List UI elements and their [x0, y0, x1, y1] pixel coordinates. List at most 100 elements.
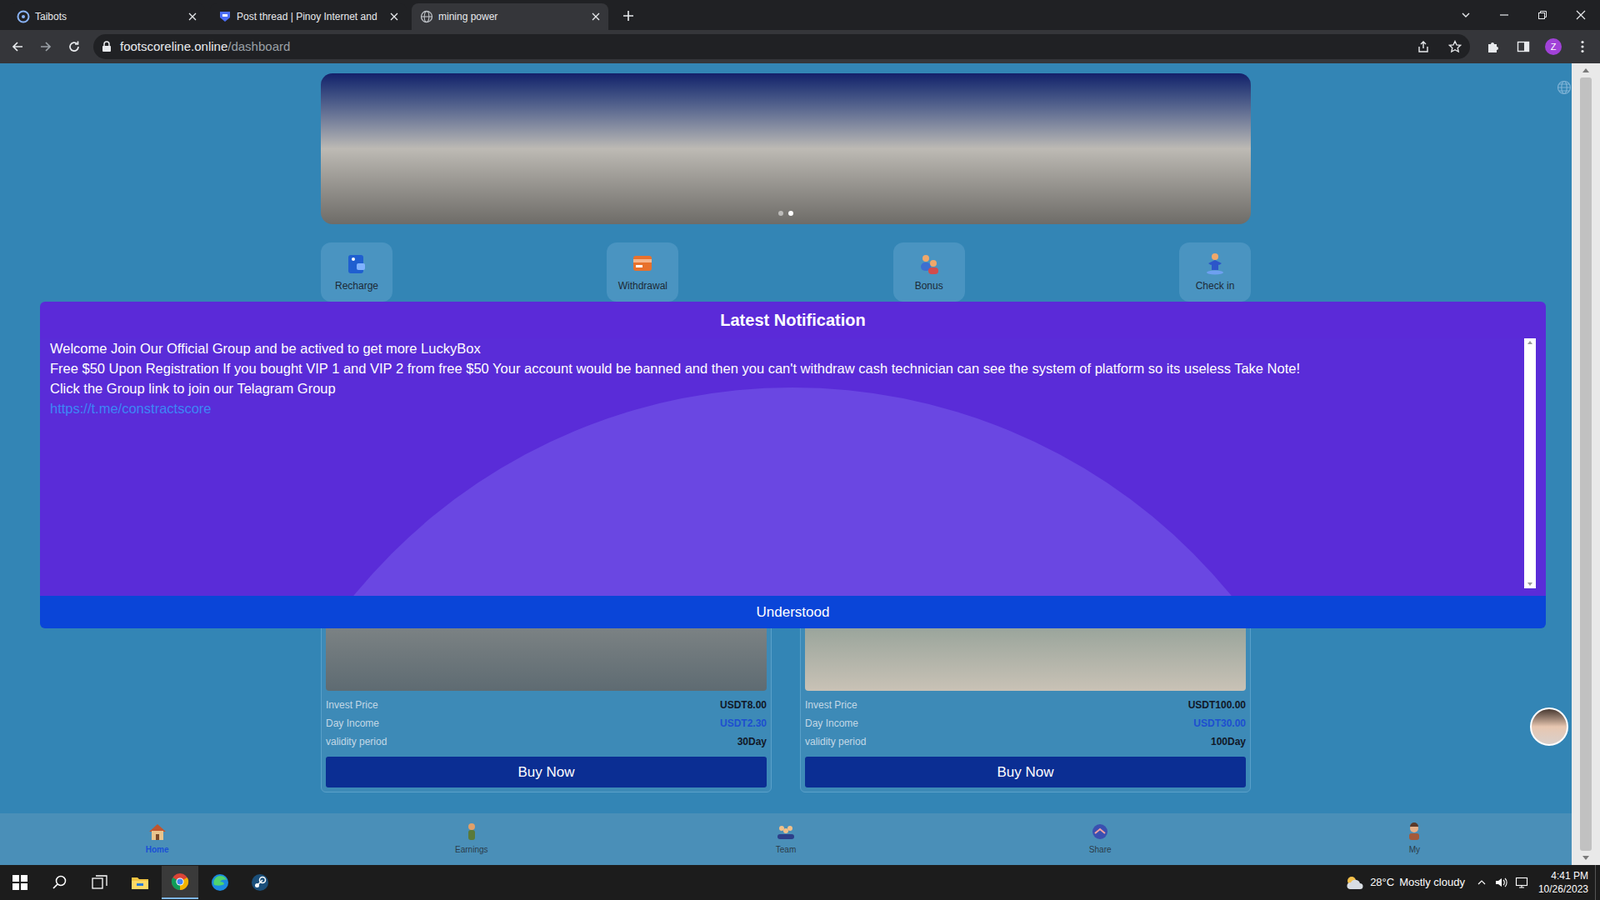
share-icon[interactable]	[1416, 40, 1430, 54]
carousel-dot[interactable]	[778, 210, 784, 216]
product-row-label: validity period	[325, 734, 387, 750]
browser-tab[interactable]: Taibots	[8, 3, 205, 30]
nav-item[interactable]: Earnings	[314, 813, 629, 865]
system-tray: 28°C Mostly cloudy 4:41 PM 10/26/2023	[1338, 865, 1600, 900]
tab-search-button[interactable]	[1446, 0, 1485, 30]
translate-globe-icon[interactable]	[1556, 80, 1572, 95]
tab-list: Taibots Post thread | Pinoy Internet and m…	[0, 3, 609, 30]
globe-background	[225, 387, 1360, 596]
network-button[interactable]	[1511, 865, 1532, 900]
clock[interactable]: 4:41 PM 10/26/2023	[1531, 865, 1595, 900]
chrome-taskbar-button[interactable]	[161, 865, 199, 900]
reload-icon	[67, 40, 81, 54]
buy-now-button[interactable]: Buy Now	[325, 756, 767, 788]
profile-button[interactable]: Z	[1540, 34, 1567, 60]
close-tab-icon[interactable]	[390, 12, 399, 21]
new-tab-button[interactable]	[616, 4, 640, 28]
volume-button[interactable]	[1491, 865, 1512, 900]
nav-label: Team	[775, 843, 796, 856]
card-icon	[630, 251, 655, 275]
nav-item[interactable]: Team	[628, 813, 943, 865]
close-tab-icon[interactable]	[188, 12, 197, 21]
hidden-icons-button[interactable]	[1471, 865, 1492, 900]
restore-icon	[1537, 10, 1548, 20]
search-button[interactable]	[41, 865, 79, 900]
browser-tab[interactable]: mining power	[411, 3, 609, 30]
tab-title: Taibots	[35, 9, 184, 25]
product-row: validity period30Day	[325, 732, 767, 751]
scroll-up-icon[interactable]	[1582, 68, 1590, 73]
quick-action-button[interactable]: Withdrawal	[606, 242, 679, 302]
product-row: Invest PriceUSDT100.00	[805, 695, 1246, 715]
cloud-sun-icon	[1345, 874, 1365, 891]
nav-item[interactable]: Home	[0, 813, 315, 865]
folder-icon	[130, 875, 150, 890]
scroll-down-icon[interactable]	[1582, 855, 1590, 860]
modal-title: Latest Notification	[40, 301, 1546, 339]
clock-time: 4:41 PM	[1550, 869, 1589, 883]
earnings-person-icon	[461, 822, 482, 841]
start-button[interactable]	[1, 865, 39, 900]
scroll-up-icon[interactable]	[1527, 340, 1533, 345]
extensions-button[interactable]	[1480, 34, 1507, 60]
understood-button[interactable]: Understood	[40, 595, 1546, 629]
product-row: Invest PriceUSDT8.00	[325, 695, 767, 715]
star-icon[interactable]	[1448, 40, 1462, 54]
steam-taskbar-button[interactable]	[241, 865, 279, 900]
banner-carousel[interactable]	[320, 73, 1251, 225]
wallet-icon	[345, 251, 369, 275]
carousel-dot[interactable]	[788, 210, 794, 216]
taskbar-apps	[0, 865, 279, 900]
back-button[interactable]	[5, 34, 30, 60]
product-row-value: 100Day	[1210, 734, 1246, 750]
quick-action-button[interactable]: Check in	[1179, 242, 1251, 302]
modal-scrollbar[interactable]	[1524, 338, 1536, 589]
quick-action-button[interactable]: Bonus	[893, 242, 965, 302]
task-view-button[interactable]	[81, 865, 119, 900]
product-row-value: USDT30.00	[1193, 715, 1246, 731]
quick-action-button[interactable]: Recharge	[320, 242, 393, 302]
steam-icon	[250, 873, 270, 892]
taskbar: 28°C Mostly cloudy 4:41 PM 10/26/2023	[0, 865, 1600, 900]
customer-service-avatar[interactable]	[1530, 707, 1569, 746]
weather-widget[interactable]: 28°C Mostly cloudy	[1338, 865, 1472, 900]
edge-taskbar-button[interactable]	[201, 865, 239, 900]
clock-date: 10/26/2023	[1538, 882, 1589, 896]
product-row: validity period100Day	[805, 732, 1246, 751]
page-scrollbar[interactable]	[1571, 63, 1600, 865]
speaker-icon	[1495, 876, 1509, 889]
product-row-value: USDT8.00	[720, 697, 767, 713]
browser-tab[interactable]: Post thread | Pinoy Internet and	[210, 3, 407, 30]
reload-button[interactable]	[61, 34, 87, 60]
weather-temperature: 28°C	[1370, 874, 1395, 891]
side-panel-button[interactable]	[1510, 34, 1537, 60]
product-row-value: USDT100.00	[1188, 697, 1246, 713]
scrollbar-thumb[interactable]	[1580, 77, 1592, 851]
profile-avatar: Z	[1545, 38, 1562, 55]
address-bar[interactable]: footscoreline.online/dashboard	[93, 34, 1470, 60]
scroll-down-icon[interactable]	[1527, 582, 1533, 586]
browser-viewport: Recharge Withdrawal Bonus Check in Invest P…	[0, 63, 1600, 865]
nav-item[interactable]: Share	[943, 813, 1258, 865]
web-page: Recharge Withdrawal Bonus Check in Invest P…	[0, 63, 1572, 865]
menu-button[interactable]	[1570, 34, 1595, 60]
restore-button[interactable]	[1523, 0, 1562, 30]
forward-arrow-icon	[39, 40, 53, 54]
forward-button[interactable]	[33, 34, 59, 60]
buy-now-button[interactable]: Buy Now	[805, 756, 1246, 788]
telegram-link[interactable]: https://t.me/constractscore	[50, 398, 1513, 419]
my-profile-icon	[1404, 822, 1425, 841]
close-tab-icon[interactable]	[591, 12, 600, 21]
task-view-icon	[91, 875, 109, 890]
nav-item[interactable]: My	[1257, 813, 1572, 865]
notification-line: Click the Group link to join our Telagra…	[50, 378, 1513, 399]
notification-line: Welcome Join Our Official Group and be a…	[50, 338, 1513, 359]
tab-title: mining power	[438, 9, 587, 25]
show-desktop-button[interactable]	[1595, 865, 1600, 900]
back-arrow-icon	[10, 40, 25, 54]
team-icon	[775, 822, 796, 841]
file-explorer-button[interactable]	[121, 865, 159, 900]
minimize-button[interactable]	[1485, 0, 1524, 30]
close-window-button[interactable]	[1561, 0, 1600, 30]
windows-logo-icon	[12, 875, 28, 890]
